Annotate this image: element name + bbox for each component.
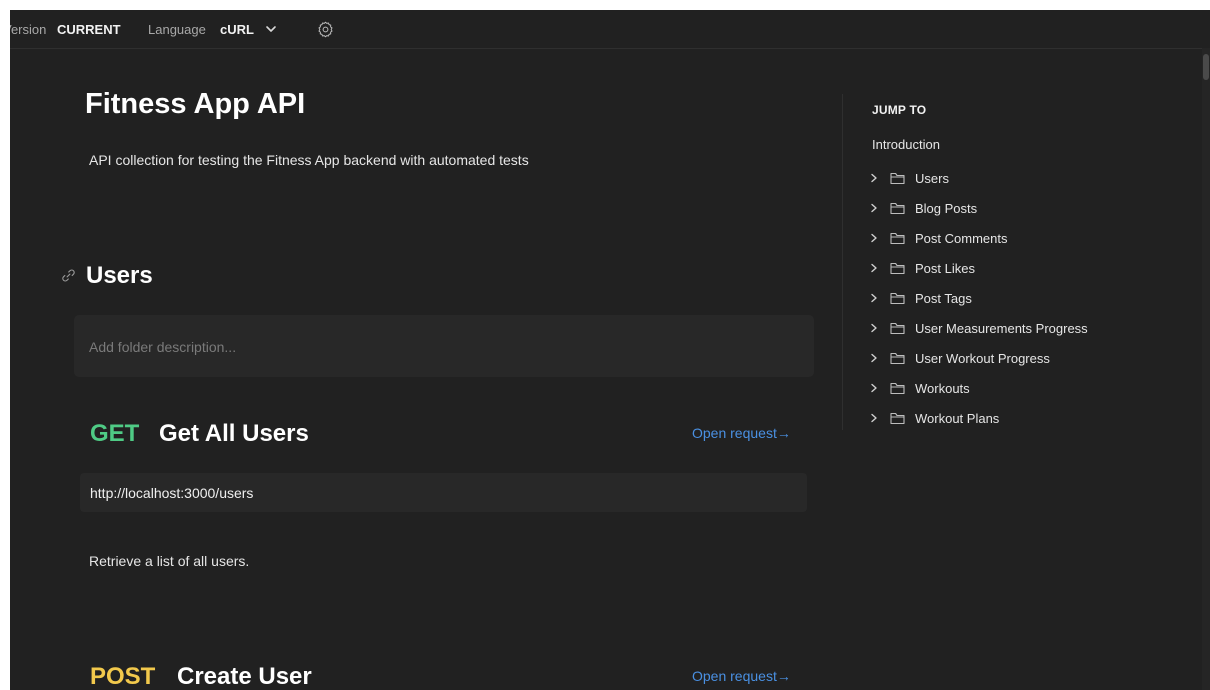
folder-description-field[interactable]: Add folder description... (74, 315, 814, 377)
version-selector[interactable]: CURRENT (57, 22, 121, 37)
jump-to-item-blog-posts[interactable]: Blog Posts (866, 193, 1088, 223)
documentation-view: Version CURRENT Language cURL Fitness Ap… (10, 10, 1210, 690)
folder-title: Users (86, 262, 153, 289)
request-method-get: GET (90, 420, 140, 447)
jump-to-divider (842, 94, 843, 430)
jump-to-item-workouts[interactable]: Workouts (866, 373, 1088, 403)
chevron-right-icon[interactable] (869, 233, 879, 243)
open-request-link[interactable]: Open request→ (692, 668, 791, 684)
request-url: http://localhost:3000/users (90, 485, 254, 501)
folder-icon (890, 382, 905, 394)
request-description: Retrieve a list of all users. (89, 553, 250, 569)
language-label: Language (148, 22, 206, 37)
chevron-right-icon[interactable] (869, 173, 879, 183)
request-name: Create User (177, 663, 312, 690)
folder-description-placeholder: Add folder description... (89, 339, 237, 355)
jump-to-item-post-tags[interactable]: Post Tags (866, 283, 1088, 313)
jump-to-item-label: Post Likes (915, 260, 975, 276)
folder-icon (890, 262, 905, 274)
page-description: API collection for testing the Fitness A… (89, 152, 529, 168)
jump-to-item-post-likes[interactable]: Post Likes (866, 253, 1088, 283)
chevron-right-icon[interactable] (869, 353, 879, 363)
jump-to-item-label: Workouts (915, 380, 970, 396)
jump-to-heading: JUMP TO (872, 103, 927, 117)
link-icon[interactable] (61, 268, 76, 283)
jump-to-list: Users Blog Posts Post Comments Post Likes Po… (866, 163, 1088, 433)
chevron-right-icon[interactable] (869, 203, 879, 213)
jump-to-introduction[interactable]: Introduction (872, 137, 940, 152)
jump-to-item-user-measurements-progress[interactable]: User Measurements Progress (866, 313, 1088, 343)
jump-to-item-user-workout-progress[interactable]: User Workout Progress (866, 343, 1088, 373)
language-selector[interactable]: cURL (220, 22, 254, 37)
jump-to-item-label: User Workout Progress (915, 350, 1050, 366)
jump-to-item-workout-plans[interactable]: Workout Plans (866, 403, 1088, 433)
folder-icon (890, 352, 905, 364)
request-name: Get All Users (159, 420, 309, 447)
chevron-right-icon[interactable] (869, 323, 879, 333)
version-label: Version (10, 22, 47, 37)
chevron-right-icon[interactable] (869, 263, 879, 273)
scrollbar[interactable] (1202, 48, 1210, 690)
chevron-right-icon[interactable] (869, 293, 879, 303)
gear-icon[interactable] (317, 21, 334, 38)
open-request-link[interactable]: Open request→ (692, 425, 791, 441)
page-title: Fitness App API (85, 88, 306, 120)
chevron-right-icon[interactable] (869, 413, 879, 423)
folder-icon (890, 172, 905, 184)
jump-to-item-users[interactable]: Users (866, 163, 1088, 193)
jump-to-item-label: Users (915, 170, 949, 186)
jump-to-item-label: User Measurements Progress (915, 320, 1088, 336)
jump-to-item-label: Post Comments (915, 230, 1008, 246)
chevron-right-icon[interactable] (869, 383, 879, 393)
jump-to-item-post-comments[interactable]: Post Comments (866, 223, 1088, 253)
jump-to-item-label: Blog Posts (915, 200, 978, 216)
folder-icon (890, 322, 905, 334)
folder-icon (890, 292, 905, 304)
folder-icon (890, 202, 905, 214)
chevron-down-icon[interactable] (265, 23, 277, 35)
folder-icon (890, 412, 905, 424)
request-method-post: POST (90, 663, 156, 690)
request-url-box[interactable]: http://localhost:3000/users (80, 473, 807, 512)
jump-to-item-label: Workout Plans (915, 410, 1000, 426)
folder-icon (890, 232, 905, 244)
jump-to-item-label: Post Tags (915, 290, 972, 306)
scrollbar-thumb[interactable] (1203, 54, 1209, 80)
top-bar: Version CURRENT Language cURL (10, 10, 1210, 49)
